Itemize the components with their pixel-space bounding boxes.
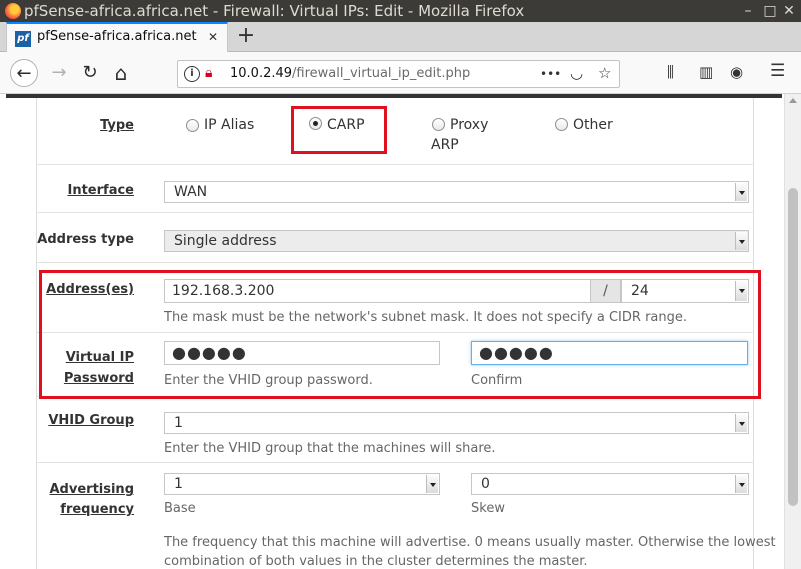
chevron-down-icon (735, 232, 747, 250)
type-row: Type IP Alias CARP Proxy ARP Other (37, 98, 753, 165)
advertising-frequency-label-line1: Advertising (49, 482, 135, 497)
chevron-down-icon (735, 183, 747, 201)
tab-title: pfSense-africa.africa.net (37, 29, 197, 44)
maximize-button[interactable]: □ (763, 0, 777, 22)
radio-proxy-arp-label: Proxy (450, 117, 489, 133)
advertising-base-help: Base (164, 501, 196, 516)
scroll-up-arrow-icon[interactable] (789, 98, 797, 103)
advertising-skew-select[interactable]: 0 (471, 473, 749, 495)
advertising-frequency-help-line1: The frequency that this machine will adv… (164, 535, 776, 550)
radio-ip-alias[interactable] (186, 119, 199, 132)
pfsense-favicon-icon: pf (15, 31, 31, 47)
reload-button[interactable]: ↻ (76, 59, 104, 87)
vhid-group-select[interactable]: 1 (164, 412, 749, 434)
site-info-icon[interactable]: i (184, 66, 200, 82)
radio-other-label: Other (573, 117, 613, 133)
close-tab-icon[interactable]: ✕ (208, 30, 218, 44)
chevron-down-icon (426, 475, 438, 493)
back-button[interactable]: ← (10, 59, 38, 87)
vhid-group-value: 1 (174, 415, 183, 431)
interface-row: Interface WAN (37, 165, 753, 213)
address-type-label: Address type (37, 232, 134, 247)
navigation-bar: ← → ↻ ⌂ i 🔒︎ 10.0.2.49/firewall_virtual_… (0, 52, 801, 94)
page-scrollbar[interactable] (784, 94, 801, 569)
interface-select[interactable]: WAN (164, 181, 749, 203)
account-icon[interactable]: ◉ (730, 63, 743, 81)
window-titlebar: pfSense-africa.africa.net - Firewall: Vi… (0, 0, 801, 22)
carp-highlight-box (291, 106, 387, 154)
menu-icon[interactable]: ☰ (770, 61, 785, 81)
chevron-down-icon (735, 414, 747, 432)
advertising-base-value: 1 (174, 476, 183, 492)
vhid-group-label: VHID Group (48, 413, 134, 428)
interface-label: Interface (67, 183, 135, 198)
advertising-skew-value: 0 (481, 476, 490, 492)
url-text[interactable]: 10.0.2.49/firewall_virtual_ip_edit.php (230, 66, 470, 81)
url-bar[interactable]: i 🔒︎ 10.0.2.49/firewall_virtual_ip_edit.… (177, 60, 620, 88)
radio-proxy-arp[interactable] (432, 118, 445, 131)
sidebar-icon[interactable]: ▥ (699, 63, 713, 81)
interface-select-value: WAN (174, 184, 208, 200)
page-actions-icon[interactable]: ••• (540, 67, 561, 81)
vhid-group-help: Enter the VHID group that the machines w… (164, 441, 496, 456)
forward-button[interactable]: → (45, 59, 73, 87)
address-type-select-value: Single address (174, 233, 277, 249)
home-button[interactable]: ⌂ (107, 59, 135, 87)
address-type-row: Address type Single address (37, 213, 753, 263)
advertising-frequency-label-line2: frequency (60, 502, 134, 517)
advertising-frequency-help-line2: combination of both values in the cluste… (164, 554, 588, 569)
addresses-password-highlight-box (39, 270, 761, 399)
close-window-button[interactable]: ✕ (782, 0, 796, 22)
page-viewport: Type IP Alias CARP Proxy ARP Other Inter… (0, 94, 784, 569)
radio-ip-alias-label: IP Alias (204, 117, 255, 133)
browser-tab-active[interactable]: pf pfSense-africa.africa.net ✕ (6, 22, 228, 53)
advertising-base-select[interactable]: 1 (164, 473, 440, 495)
advertising-skew-help: Skew (471, 501, 505, 516)
vhid-group-row: VHID Group 1 Enter the VHID group that t… (37, 397, 753, 463)
firefox-logo-icon (5, 3, 21, 19)
chevron-down-icon (735, 475, 747, 493)
scrollbar-thumb[interactable] (788, 188, 798, 506)
address-type-select[interactable]: Single address (164, 230, 749, 252)
window-title: pfSense-africa.africa.net - Firewall: Vi… (24, 2, 525, 20)
new-tab-button[interactable]: + (234, 24, 258, 48)
advertising-frequency-row: Advertising frequency 1 0 Base Skew The … (37, 463, 776, 569)
minimize-button[interactable]: – (741, 0, 755, 22)
tab-strip: pf pfSense-africa.africa.net ✕ (0, 22, 801, 53)
insecure-lock-icon[interactable]: 🔒︎ (205, 65, 212, 81)
bookmark-star-icon[interactable]: ☆ (598, 64, 611, 82)
type-label: Type (100, 118, 134, 133)
radio-proxy-arp-label-line2: ARP (431, 137, 459, 153)
pocket-icon[interactable]: ◡ (570, 64, 583, 82)
library-icon[interactable]: ⫼ (667, 63, 674, 81)
radio-other[interactable] (555, 118, 568, 131)
